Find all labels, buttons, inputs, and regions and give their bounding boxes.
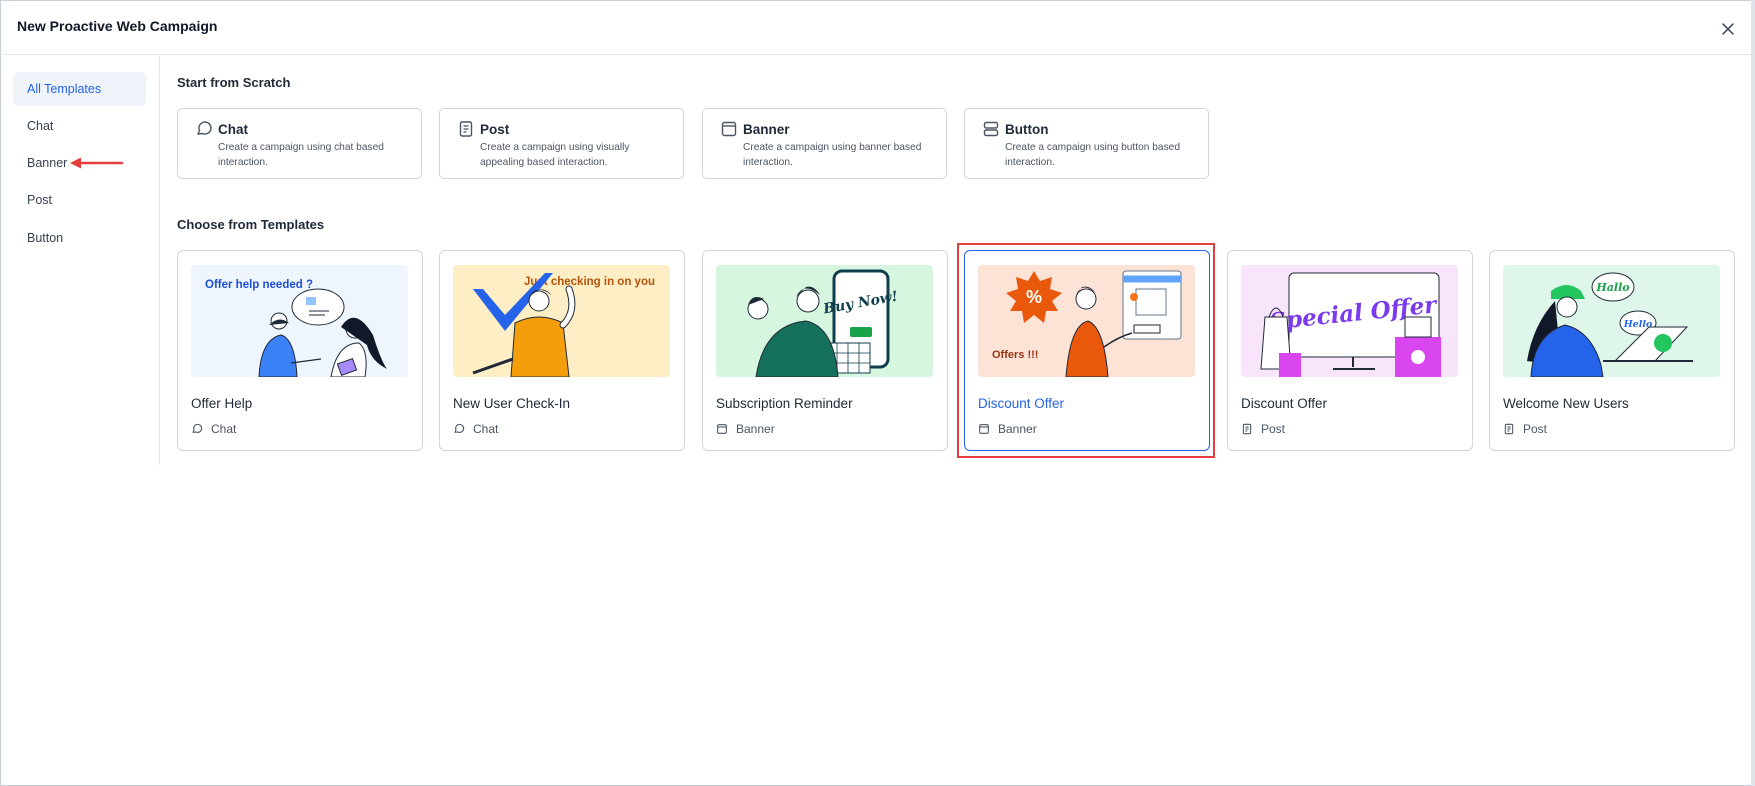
template-type: Chat: [453, 421, 498, 437]
template-type: Post: [1503, 421, 1547, 437]
scratch-card-post[interactable]: Post Create a campaign using visually ap…: [439, 108, 684, 179]
template-type-label: Post: [1261, 422, 1286, 436]
post-doc-icon: [459, 121, 473, 137]
template-illustration: Special Offer: [1241, 265, 1458, 377]
illustration-caption: Offers !!!: [992, 349, 1038, 361]
dialog-title: New Proactive Web Campaign: [17, 18, 218, 34]
template-type-label: Post: [1523, 422, 1548, 436]
illustration-caption: Hallo: [1595, 281, 1629, 294]
template-card-welcome-new-users[interactable]: Hallo Hello Welcome New Users Post: [1489, 250, 1735, 451]
template-type: Banner: [716, 421, 775, 437]
chat-bubble-icon: [454, 423, 465, 433]
scratch-card-description: Create a campaign using chat based inter…: [218, 142, 384, 168]
template-type: Banner: [978, 421, 1037, 437]
templates-heading: Choose from Templates: [177, 217, 325, 232]
template-illustration: Hallo Hello: [1503, 265, 1720, 377]
banner-window-icon: [717, 424, 727, 434]
template-type: Chat: [191, 421, 236, 437]
template-illustration: Offer help needed ?: [191, 265, 408, 377]
chat-bubble-icon: [197, 121, 212, 135]
template-card-offer-help[interactable]: Offer help needed ? Offer Help Chat: [177, 250, 423, 451]
template-name: Subscription Reminder: [716, 396, 853, 411]
sidebar-item-button[interactable]: Button: [13, 221, 146, 255]
annotation-arrow-icon: [70, 157, 124, 169]
close-icon: [1722, 23, 1734, 35]
template-name: Discount Offer: [1241, 396, 1328, 411]
scratch-card-name: Post: [480, 122, 510, 137]
window-edge: [1751, 0, 1755, 786]
template-name: Discount Offer: [978, 396, 1065, 411]
button-stack-icon: [983, 121, 999, 137]
sidebar-item-chat[interactable]: Chat: [13, 109, 146, 143]
template-illustration: % Offers !!!: [978, 265, 1195, 377]
scratch-heading: Start from Scratch: [177, 75, 291, 90]
template-card-subscription-reminder[interactable]: Buy Now! Subscription Reminder Banner: [702, 250, 948, 451]
scratch-card-description: Create a campaign using button based int…: [1005, 142, 1181, 168]
post-doc-icon: [1504, 423, 1514, 435]
post-doc-icon: [1242, 423, 1252, 435]
scratch-card-name: Chat: [218, 122, 248, 137]
banner-window-icon: [979, 424, 989, 434]
scratch-card-name: Button: [1005, 122, 1049, 137]
illustration-caption: Offer help needed ?: [205, 279, 313, 291]
sidebar-item-all-templates[interactable]: All Templates: [13, 72, 146, 106]
sidebar: All Templates Chat Banner Post Button: [0, 55, 160, 465]
template-name: Welcome New Users: [1503, 396, 1629, 411]
scratch-card-button[interactable]: Button Create a campaign using button ba…: [964, 108, 1209, 179]
scratch-card-description: Create a campaign using banner based int…: [743, 142, 922, 168]
template-type: Post: [1241, 421, 1285, 437]
scratch-card-banner[interactable]: Banner Create a campaign using banner ba…: [702, 108, 947, 179]
chat-bubble-icon: [192, 423, 203, 433]
scratch-card-name: Banner: [743, 122, 790, 137]
template-type-label: Banner: [736, 422, 775, 436]
template-card-discount-offer-post[interactable]: Special Offer Discount Offer Post: [1227, 250, 1473, 451]
close-button[interactable]: [1716, 17, 1740, 41]
template-type-label: Banner: [998, 422, 1037, 436]
template-name: New User Check-In: [453, 396, 571, 411]
template-name: Offer Help: [191, 396, 253, 411]
scratch-card-chat[interactable]: Chat Create a campaign using chat based …: [177, 108, 422, 179]
template-illustration: Buy Now!: [716, 265, 933, 377]
template-card-new-user-check-in[interactable]: Just checking in on you New User Check-I…: [439, 250, 685, 451]
dialog-header: New Proactive Web Campaign: [0, 0, 1755, 55]
template-illustration: Just checking in on you: [453, 265, 670, 377]
banner-window-icon: [721, 121, 737, 137]
template-card-discount-offer-banner[interactable]: % Offers !!! Discount Offer Banner: [964, 250, 1210, 451]
svg-text:%: %: [1026, 287, 1042, 307]
template-type-label: Chat: [211, 422, 237, 436]
scratch-card-description: Create a campaign using visually appeali…: [480, 142, 630, 168]
template-type-label: Chat: [473, 422, 499, 436]
sidebar-item-post[interactable]: Post: [13, 183, 146, 217]
